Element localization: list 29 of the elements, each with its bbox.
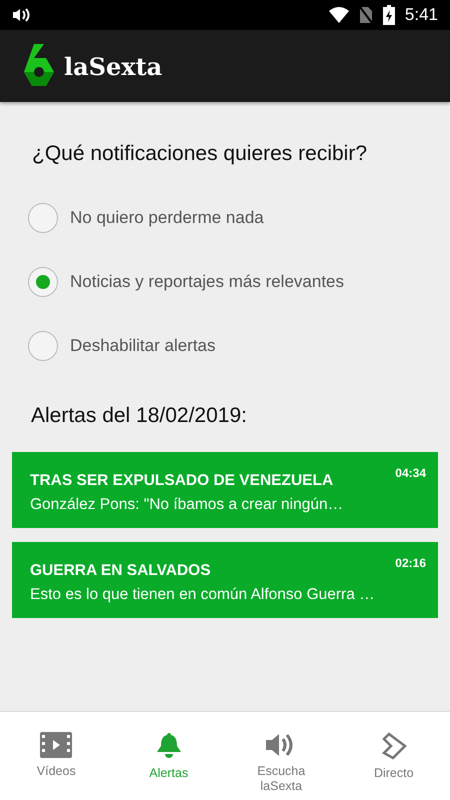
alert-time: 04:34	[395, 466, 426, 482]
bell-icon	[156, 732, 182, 760]
nav-tab[interactable]: Escucha laSexta	[225, 712, 338, 800]
no-sim-icon	[358, 6, 373, 24]
option-label: Noticias y reportajes más relevantes	[70, 272, 344, 292]
logo-text: laSexta	[64, 52, 162, 80]
alert-summary: Esto es lo que tienen en común Alfonso Guerra …	[30, 586, 376, 604]
option-label: No quiero perderme nada	[70, 208, 264, 228]
alert-title: GUERRA EN SALVADOS	[30, 562, 212, 580]
status-time: 5:41	[404, 5, 438, 25]
nav-tab[interactable]: Alertas	[112, 712, 225, 800]
film-icon	[40, 732, 72, 758]
battery-icon	[382, 5, 395, 25]
alerts-heading: Alertas del 18/02/2019:	[31, 404, 248, 428]
question-heading: ¿Qué notificaciones quieres recibir?	[32, 142, 368, 166]
radio-option[interactable]: Deshabilitar alertas	[12, 314, 216, 378]
volume-icon	[12, 7, 32, 23]
wifi-icon	[328, 7, 349, 23]
play-arrow-icon	[380, 732, 408, 760]
alert-summary: González Pons: "No íbamos a crear ningún…	[30, 496, 344, 514]
nav-tab[interactable]: Vídeos	[0, 712, 112, 800]
alert-time: 02:16	[395, 556, 426, 572]
alert-title: TRAS SER EXPULSADO DE VENEZUELA	[30, 472, 334, 490]
option-label: Deshabilitar alertas	[70, 336, 216, 356]
nav-tab[interactable]: Directo	[338, 712, 450, 800]
radio-option[interactable]: Noticias y reportajes más relevantes	[12, 250, 344, 314]
alert-card[interactable]: GUERRA EN SALVADOS Esto es lo que tienen en común Alfonso Guerra … 02:16	[12, 542, 438, 618]
alert-card[interactable]: TRAS SER EXPULSADO DE VENEZUELA González Pons: "No íbamos a crear ningún… 04:34	[12, 452, 438, 528]
radio-option[interactable]: No quiero perderme nada	[12, 186, 264, 250]
